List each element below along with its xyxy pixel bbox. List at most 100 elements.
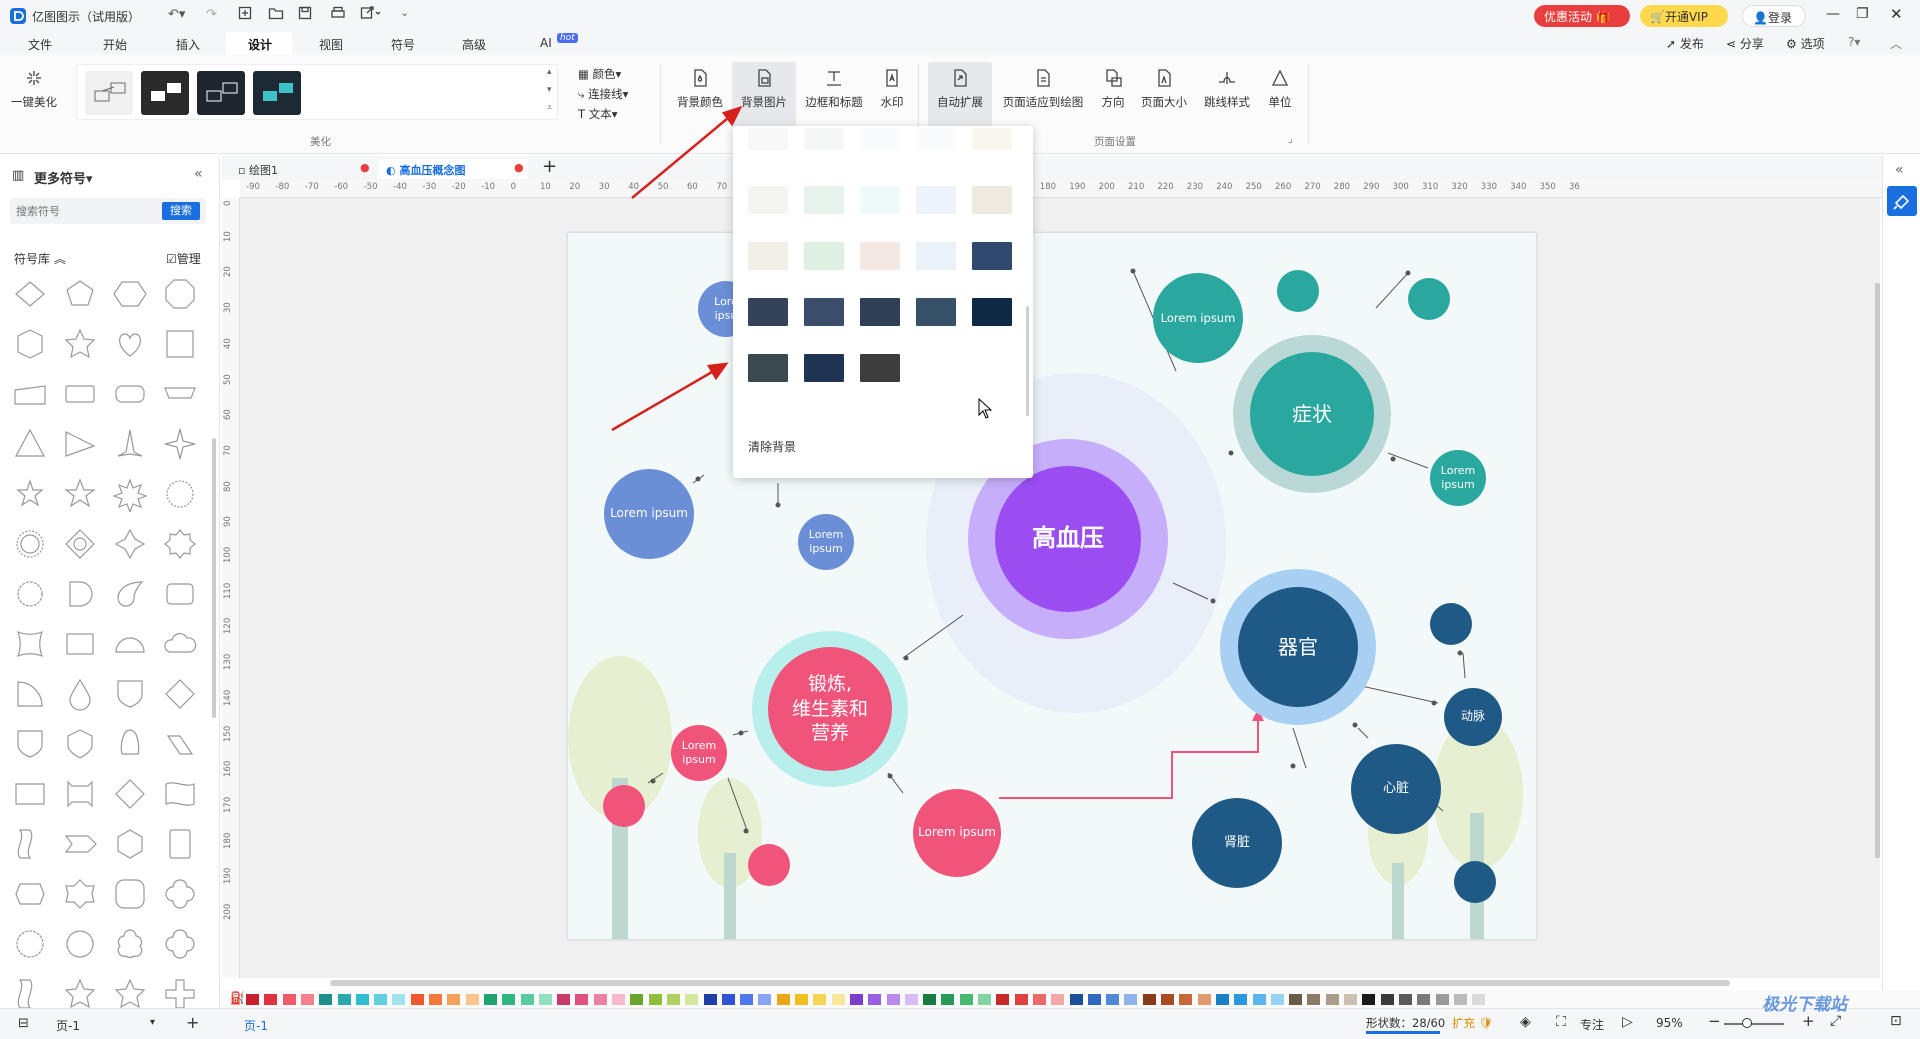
palette-color-swatch[interactable]: [447, 994, 461, 1005]
publish-button[interactable]: ➚ 发布: [1666, 35, 1704, 52]
palette-color-swatch[interactable]: [1234, 994, 1248, 1005]
palette-color-swatch[interactable]: [319, 994, 333, 1005]
zoom-out-icon[interactable]: −: [1708, 1012, 1721, 1030]
palette-color-swatch[interactable]: [557, 994, 571, 1005]
promo-button[interactable]: 优惠活动 🎁: [1534, 5, 1630, 27]
page-tab[interactable]: 页-1: [244, 1017, 268, 1034]
page-dropdown-icon[interactable]: ▾: [150, 1017, 155, 1028]
symbol-shape[interactable]: [12, 476, 48, 512]
minimize-icon[interactable]: —: [1826, 6, 1840, 22]
gallery-scroll-down-icon[interactable]: ▾: [547, 85, 552, 95]
fit-page-button[interactable]: 页面适应到绘图: [998, 68, 1088, 128]
symbol-shape[interactable]: [162, 376, 198, 412]
palette-color-swatch[interactable]: [1344, 994, 1357, 1005]
heart-node[interactable]: 心脏: [1351, 744, 1441, 834]
symbol-shape[interactable]: [112, 876, 148, 912]
symbol-shape[interactable]: [162, 776, 198, 812]
add-page-icon[interactable]: +: [186, 1013, 199, 1032]
unit-button[interactable]: 单位: [1262, 68, 1298, 128]
organ-small-dot-2[interactable]: [1454, 861, 1496, 903]
jump-style-button[interactable]: 跳线样式: [1198, 68, 1256, 128]
symbol-shape[interactable]: [162, 826, 198, 862]
symbol-library-toggle[interactable]: 符号库 ︽: [14, 250, 66, 267]
vip-button[interactable]: 🛒开通VIP: [1640, 5, 1728, 27]
one-click-beautify-button[interactable]: 一键美化: [8, 68, 60, 128]
play-icon[interactable]: ▷: [1622, 1014, 1633, 1030]
border-title-button[interactable]: 边框和标题: [800, 68, 868, 128]
palette-color-swatch[interactable]: [1435, 994, 1449, 1005]
bg-color-button[interactable]: 背景颜色: [672, 68, 728, 128]
background-image-swatch[interactable]: [804, 128, 844, 150]
theme-option-2[interactable]: [141, 71, 189, 115]
symbol-shape[interactable]: [112, 726, 148, 762]
palette-color-swatch[interactable]: [721, 994, 735, 1005]
background-image-swatch[interactable]: [972, 186, 1012, 214]
tab-drawing1[interactable]: ▫ 绘图1 ●: [230, 159, 370, 179]
palette-color-swatch[interactable]: [831, 994, 845, 1005]
palette-color-swatch[interactable]: [776, 994, 790, 1005]
palette-color-swatch[interactable]: [1289, 994, 1303, 1005]
symbol-shape[interactable]: [162, 976, 198, 1012]
bg-image-button[interactable]: 背景图片: [734, 68, 794, 128]
palette-color-swatch[interactable]: [1014, 994, 1028, 1005]
symbol-shape[interactable]: [112, 626, 148, 662]
palette-color-swatch[interactable]: [1380, 994, 1394, 1005]
palette-color-swatch[interactable]: [410, 994, 424, 1005]
add-tab-icon[interactable]: +: [542, 156, 557, 177]
symbol-shape[interactable]: [62, 826, 98, 862]
background-image-swatch[interactable]: [972, 242, 1012, 270]
palette-color-swatch[interactable]: [1197, 994, 1211, 1005]
symbol-shape[interactable]: [12, 926, 48, 962]
expand-shapes-link[interactable]: 扩充 🛡: [1452, 1015, 1493, 1031]
palette-color-swatch[interactable]: [1270, 994, 1284, 1005]
symbol-shape[interactable]: [162, 626, 198, 662]
palette-color-swatch[interactable]: [1161, 994, 1174, 1005]
symbol-shape[interactable]: [62, 426, 98, 462]
symbol-shape[interactable]: [112, 926, 148, 962]
zoom-level[interactable]: 95%: [1656, 1016, 1683, 1030]
symbol-shape[interactable]: [162, 576, 198, 612]
palette-color-swatch[interactable]: [996, 994, 1010, 1005]
symbol-shape[interactable]: [62, 876, 98, 912]
symbol-shape[interactable]: [162, 276, 198, 312]
blue-lorem-small-node[interactable]: Lorem ipsum: [798, 514, 854, 570]
fullscreen-icon[interactable]: ⊡: [1890, 1013, 1902, 1029]
symbol-shape[interactable]: [162, 926, 198, 962]
symptom-lorem-small-node[interactable]: Lorem ipsum: [1430, 450, 1486, 506]
palette-color-swatch[interactable]: [575, 994, 589, 1005]
symbol-shape[interactable]: [12, 976, 48, 1012]
fill-bucket-icon[interactable]: ⛽: [230, 991, 245, 1005]
symbol-shape[interactable]: [12, 376, 48, 412]
palette-color-swatch[interactable]: [1215, 994, 1229, 1005]
symbol-shape[interactable]: [12, 426, 48, 462]
symbol-shape[interactable]: [162, 326, 198, 362]
menu-home[interactable]: 开始: [103, 36, 127, 53]
layers-icon[interactable]: ◈: [1520, 1014, 1531, 1030]
background-image-swatch[interactable]: [804, 242, 844, 270]
palette-color-swatch[interactable]: [849, 994, 863, 1005]
exercise-small-dot-1[interactable]: [603, 785, 645, 827]
palette-color-swatch[interactable]: [246, 994, 259, 1005]
palette-color-swatch[interactable]: [612, 994, 625, 1005]
palette-color-swatch[interactable]: [923, 994, 937, 1005]
palette-color-swatch[interactable]: [795, 994, 808, 1005]
background-image-swatch[interactable]: [860, 242, 900, 270]
background-image-swatch[interactable]: [860, 298, 900, 326]
symbol-shape[interactable]: [62, 526, 98, 562]
symbol-search-input[interactable]: [16, 202, 156, 220]
symbol-shape[interactable]: [62, 776, 98, 812]
style-panel-icon[interactable]: [1887, 186, 1917, 216]
palette-color-swatch[interactable]: [465, 994, 479, 1005]
palette-color-swatch[interactable]: [904, 994, 918, 1005]
symbol-shape[interactable]: [62, 926, 98, 962]
background-image-swatch[interactable]: [748, 242, 788, 270]
symbol-shape[interactable]: [112, 276, 148, 312]
palette-color-swatch[interactable]: [538, 994, 552, 1005]
symbol-shape[interactable]: [112, 676, 148, 712]
customize-toolbar-icon[interactable]: ⌄: [400, 6, 409, 19]
palette-color-swatch[interactable]: [374, 994, 388, 1005]
theme-option-4[interactable]: [253, 71, 301, 115]
background-image-swatch[interactable]: [860, 128, 900, 150]
background-image-swatch[interactable]: [916, 186, 956, 214]
focus-icon[interactable]: ⛶: [1556, 1014, 1566, 1030]
